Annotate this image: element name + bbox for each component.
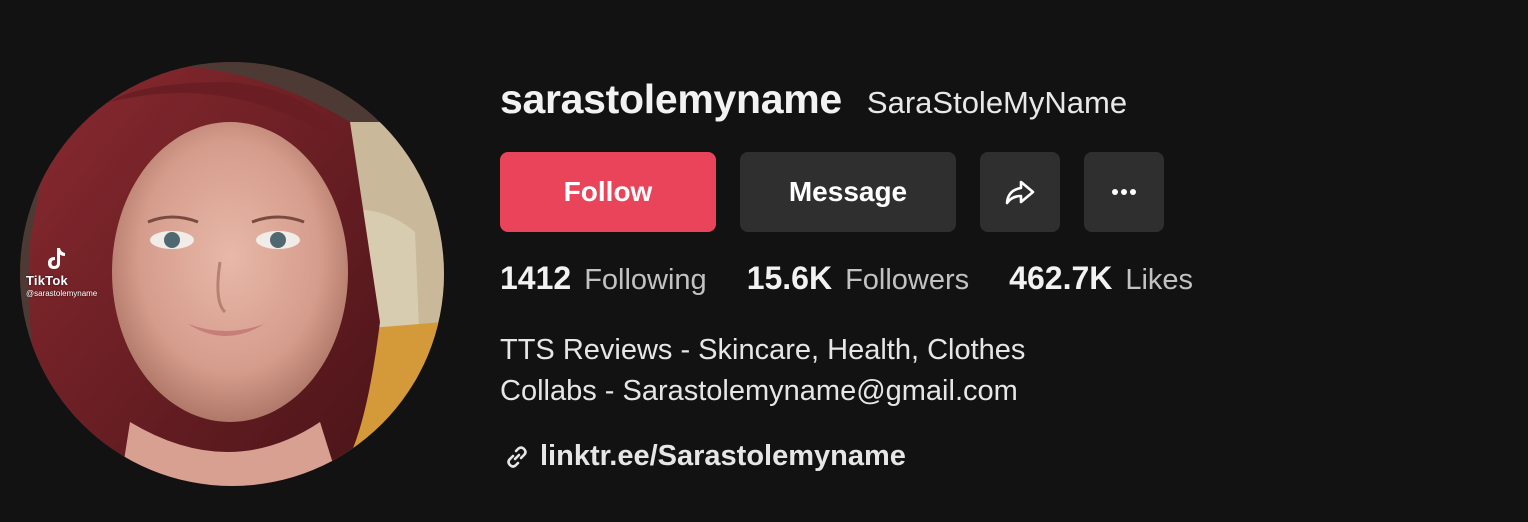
following-label: Following — [584, 264, 707, 296]
stat-likes: 462.7K Likes — [1009, 260, 1193, 297]
profile-name-row: sarastolemyname SaraStoleMyName — [500, 76, 1127, 123]
profile-actions: Follow Message — [500, 152, 1164, 232]
profile-bio: TTS Reviews - Skincare, Health, Clothes … — [500, 330, 1025, 412]
share-arrow-icon — [1005, 180, 1035, 205]
bio-line-2: Collabs - Sarastolemyname@gmail.com — [500, 375, 1018, 407]
watermark-brand: TikTok — [26, 273, 68, 288]
avatar-watermark: TikTok @sarastolemyname — [26, 246, 146, 298]
more-dots-icon — [1112, 189, 1136, 195]
link-chain-icon — [507, 445, 527, 468]
share-button[interactable] — [980, 152, 1060, 232]
watermark-handle: @sarastolemyname — [26, 289, 98, 298]
profile-nickname: SaraStoleMyName — [866, 85, 1128, 120]
profile-stats: 1412 Following 15.6K Followers 462.7K Li… — [500, 260, 1233, 297]
followers-label: Followers — [845, 264, 970, 296]
stat-following[interactable]: 1412 Following — [500, 260, 707, 297]
tiktok-logo-icon — [48, 248, 65, 269]
profile-username: sarastolemyname — [500, 76, 842, 122]
likes-count: 462.7K — [1009, 260, 1113, 296]
bio-line-1: TTS Reviews - Skincare, Health, Clothes — [500, 334, 1026, 366]
profile-avatar[interactable]: TikTok @sarastolemyname — [20, 62, 444, 486]
followers-count: 15.6K — [746, 260, 833, 296]
stat-followers[interactable]: 15.6K Followers — [747, 260, 969, 297]
profile-link[interactable]: linktr.ee/Sarastolemyname — [502, 440, 906, 473]
more-options-button[interactable] — [1084, 152, 1164, 232]
follow-button[interactable]: Follow — [500, 152, 716, 232]
likes-label: Likes — [1125, 264, 1194, 296]
profile-link-text[interactable]: linktr.ee/Sarastolemyname — [540, 440, 906, 473]
message-button[interactable]: Message — [740, 152, 956, 232]
following-count: 1412 — [500, 260, 572, 296]
